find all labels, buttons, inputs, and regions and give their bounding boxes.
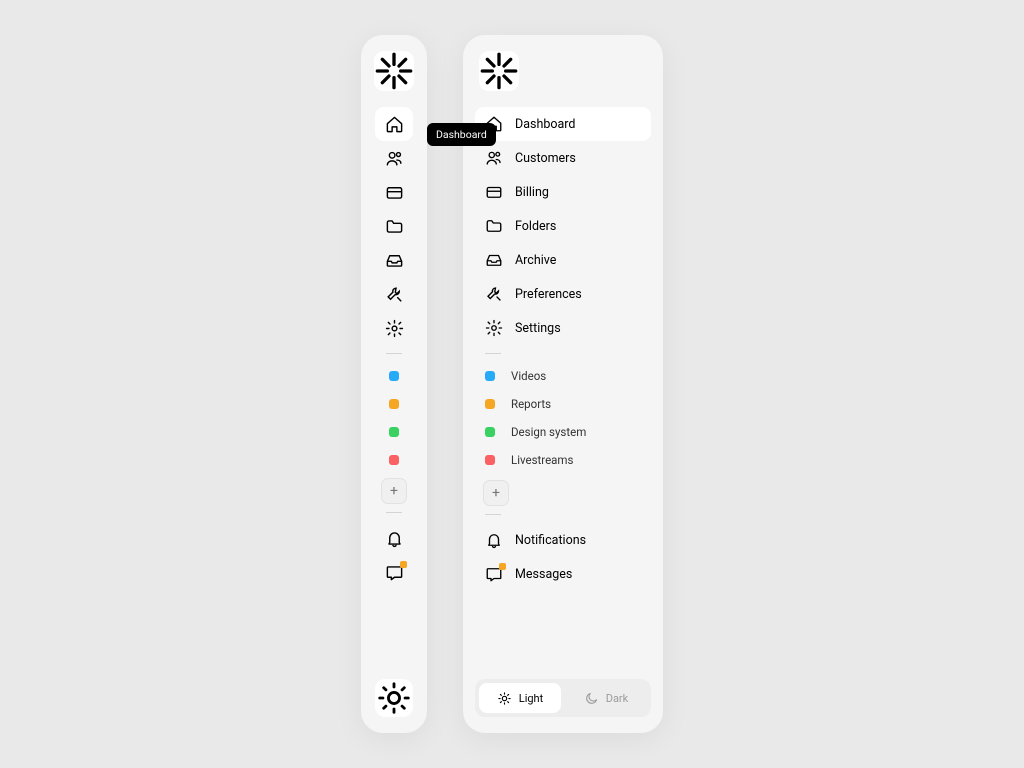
- sidebar-item-archive[interactable]: Archive: [475, 243, 651, 277]
- nav-label: Customers: [515, 151, 576, 166]
- unread-badge: [400, 561, 407, 568]
- sidebar-item-archive[interactable]: [375, 243, 413, 277]
- dot-icon: [389, 427, 399, 437]
- tag-videos[interactable]: Videos: [475, 362, 651, 390]
- sidebar-item-preferences[interactable]: [375, 277, 413, 311]
- tools-icon: [485, 285, 503, 303]
- theme-toggle[interactable]: [375, 679, 413, 717]
- theme-label: Dark: [606, 692, 629, 705]
- tag-reports[interactable]: Reports: [475, 390, 651, 418]
- home-icon: [385, 115, 404, 134]
- inbox-icon: [385, 251, 404, 270]
- folder-icon: [485, 217, 503, 235]
- users-icon: [485, 149, 503, 167]
- sidebar-item-settings[interactable]: [375, 311, 413, 345]
- divider: [386, 512, 402, 513]
- gear-icon: [485, 319, 503, 337]
- tag-label: Design system: [511, 425, 586, 439]
- app-logo[interactable]: [479, 51, 519, 91]
- divider: [485, 514, 501, 515]
- tools-icon: [385, 285, 404, 304]
- sidebar-collapsed: +: [361, 35, 427, 733]
- sidebar-item-folders[interactable]: [375, 209, 413, 243]
- dot-icon: [389, 371, 399, 381]
- sidebar-item-messages[interactable]: [375, 555, 413, 589]
- tag-design-system[interactable]: Design system: [475, 418, 651, 446]
- tag-videos[interactable]: [389, 362, 399, 390]
- dot-icon: [485, 371, 495, 381]
- sidebar-item-messages[interactable]: Messages: [475, 557, 651, 591]
- nav-label: Preferences: [515, 287, 582, 302]
- tooltip: Dashboard: [427, 123, 496, 146]
- sun-icon: [375, 679, 413, 717]
- dot-icon: [389, 455, 399, 465]
- sidebar-item-customers[interactable]: [375, 141, 413, 175]
- tag-label: Videos: [511, 369, 546, 383]
- theme-toggle: Light Dark: [475, 679, 651, 717]
- logo-icon: [374, 51, 414, 91]
- add-tag-button[interactable]: +: [483, 480, 509, 506]
- gear-icon: [385, 319, 404, 338]
- card-icon: [385, 183, 404, 202]
- theme-light-button[interactable]: Light: [479, 683, 561, 713]
- sidebar-item-billing[interactable]: [375, 175, 413, 209]
- app-logo[interactable]: [374, 51, 414, 91]
- sidebar-item-notifications[interactable]: [375, 521, 413, 555]
- tag-livestreams[interactable]: Livestreams: [475, 446, 651, 474]
- tag-label: Reports: [511, 397, 551, 411]
- tag-label: Livestreams: [511, 453, 573, 467]
- users-icon: [385, 149, 404, 168]
- bell-icon: [385, 529, 404, 548]
- sidebar-item-customers[interactable]: Customers: [475, 141, 651, 175]
- theme-dark-button[interactable]: Dark: [565, 683, 647, 713]
- nav-label: Notifications: [515, 533, 586, 548]
- tag-livestreams[interactable]: [389, 446, 399, 474]
- inbox-icon: [485, 251, 503, 269]
- dot-icon: [485, 427, 495, 437]
- sidebar-item-dashboard[interactable]: Dashboard: [475, 107, 651, 141]
- folder-icon: [385, 217, 404, 236]
- sun-icon: [497, 691, 512, 706]
- card-icon: [485, 183, 503, 201]
- nav-label: Billing: [515, 185, 549, 200]
- sidebar-item-notifications[interactable]: Notifications: [475, 523, 651, 557]
- theme-label: Light: [519, 692, 543, 705]
- nav-label: Folders: [515, 219, 556, 234]
- dot-icon: [485, 455, 495, 465]
- dot-icon: [389, 399, 399, 409]
- nav-label: Archive: [515, 253, 556, 268]
- sidebar-item-dashboard[interactable]: [375, 107, 413, 141]
- sidebar-item-preferences[interactable]: Preferences: [475, 277, 651, 311]
- nav-label: Dashboard: [515, 117, 575, 132]
- logo-icon: [479, 51, 519, 91]
- tag-reports[interactable]: [389, 390, 399, 418]
- add-tag-button[interactable]: +: [381, 478, 407, 504]
- nav-label: Messages: [515, 567, 572, 582]
- unread-badge: [499, 563, 506, 570]
- bell-icon: [485, 531, 503, 549]
- sidebar-item-billing[interactable]: Billing: [475, 175, 651, 209]
- moon-icon: [584, 691, 599, 706]
- sidebar-item-folders[interactable]: Folders: [475, 209, 651, 243]
- divider: [386, 353, 402, 354]
- tag-design-system[interactable]: [389, 418, 399, 446]
- sidebar-item-settings[interactable]: Settings: [475, 311, 651, 345]
- divider: [485, 353, 501, 354]
- dot-icon: [485, 399, 495, 409]
- nav-label: Settings: [515, 321, 561, 336]
